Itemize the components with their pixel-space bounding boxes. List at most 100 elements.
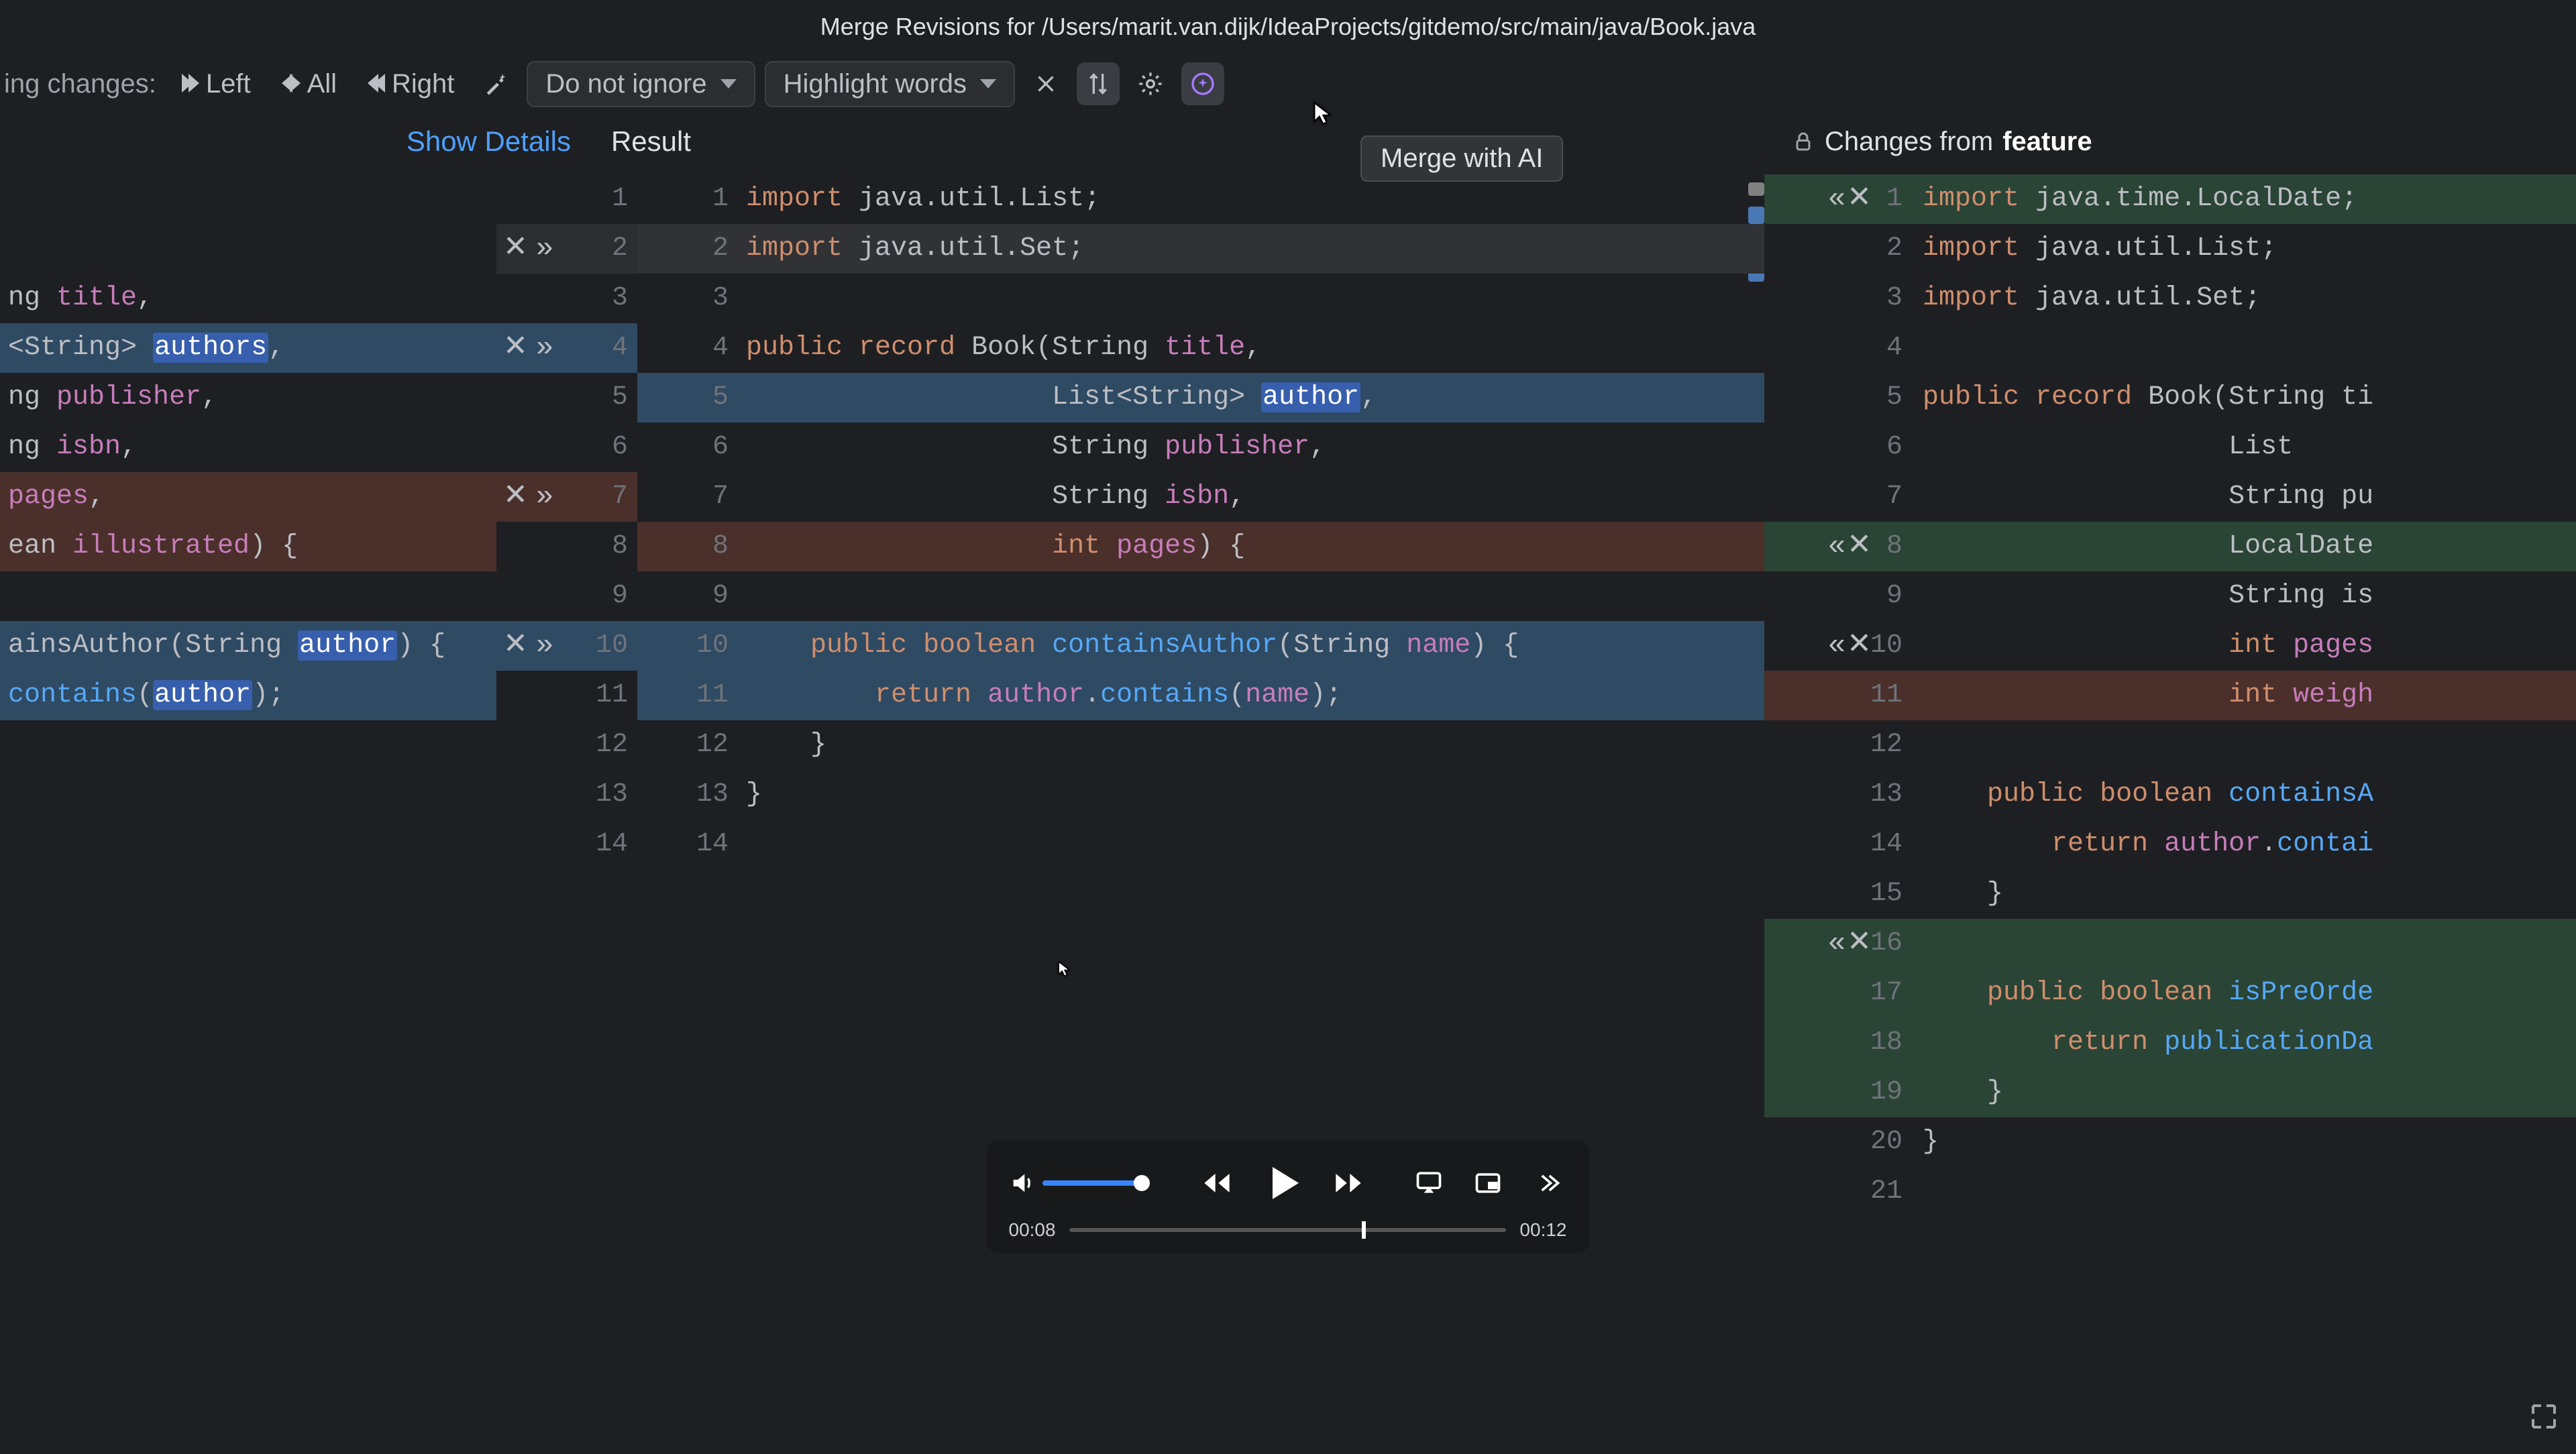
volume-control[interactable] <box>1009 1170 1143 1196</box>
right-code-line: public boolean isPreOrde <box>1912 968 2576 1018</box>
gutter-row: 2 <box>1764 224 1912 274</box>
result-code-line: return author.contains(name); <box>738 671 1764 720</box>
apply-change-icon[interactable]: « <box>1828 919 1839 968</box>
gutter-row: 4 <box>1764 323 1912 373</box>
gutter-row: 4 <box>637 323 738 373</box>
gutter-row: 16«✕ <box>1764 919 1912 968</box>
left-code-line: <String> authors, <box>0 323 496 373</box>
gutter-row: 2 <box>637 224 738 274</box>
pip-button[interactable] <box>1468 1163 1508 1203</box>
reject-change-icon[interactable]: ✕ <box>1847 919 1872 968</box>
left-code-line <box>0 820 496 869</box>
gutter-row: 8 <box>496 522 637 571</box>
gutter-row: 11 <box>1764 671 1912 720</box>
apply-change-icon[interactable]: » <box>536 224 547 274</box>
speaker-icon <box>1009 1170 1036 1196</box>
apply-all-button[interactable]: All <box>271 64 347 105</box>
magic-resolve-button[interactable] <box>474 62 517 105</box>
apply-all-label: All <box>307 69 337 99</box>
chevron-down-icon <box>980 79 996 89</box>
gutter-row: 10✕» <box>496 621 637 671</box>
gutter-row: 11 <box>637 671 738 720</box>
left-pane[interactable]: ng title,<String> authors,ng publisher,n… <box>0 174 496 1449</box>
apply-change-icon[interactable]: « <box>1828 621 1839 671</box>
highlight-dropdown[interactable]: Highlight words <box>765 61 1015 107</box>
highlight-label: Highlight words <box>784 69 967 99</box>
result-code-line: int pages) { <box>738 522 1764 571</box>
apply-change-icon[interactable]: » <box>536 323 547 373</box>
reject-change-icon[interactable]: ✕ <box>503 472 528 522</box>
right-gutter: 1«✕2345678«✕910«✕111213141516«✕171819202… <box>1764 174 1912 1449</box>
time-duration: 00:12 <box>1520 1219 1567 1241</box>
right-code-line: return author.contai <box>1912 820 2576 869</box>
result-code-line: String isbn, <box>738 472 1764 522</box>
mouse-cursor-icon <box>1312 101 1336 125</box>
diff-settings-button[interactable] <box>1129 62 1172 105</box>
apply-change-icon[interactable]: « <box>1828 174 1839 224</box>
apply-change-icon[interactable]: » <box>536 621 547 671</box>
chevron-down-icon <box>720 79 737 89</box>
mid-line-gutter: 1234567891011121314 <box>637 174 738 1449</box>
result-pane[interactable]: import java.util.List;import java.util.S… <box>738 174 1764 1449</box>
reject-change-icon[interactable]: ✕ <box>1847 522 1872 571</box>
airplay-button[interactable] <box>1409 1163 1449 1203</box>
gutter-row: 18 <box>1764 1018 1912 1068</box>
double-chevron-right-icon <box>182 69 199 99</box>
reject-change-icon[interactable]: ✕ <box>1847 621 1872 671</box>
more-button[interactable] <box>1527 1163 1567 1203</box>
gutter-row: 7✕» <box>496 472 637 522</box>
gutter-row: 8«✕ <box>1764 522 1912 571</box>
apply-right-label: Right <box>392 69 454 99</box>
right-code-line: return publicationDa <box>1912 1018 2576 1068</box>
volume-slider[interactable] <box>1042 1180 1143 1186</box>
left-code-line: pages, <box>0 472 496 522</box>
left-code-line: ng publisher, <box>0 373 496 423</box>
wand-icon <box>482 70 509 97</box>
sync-scroll-button[interactable] <box>1077 62 1120 105</box>
apply-change-icon[interactable]: » <box>536 472 547 522</box>
left-code-line <box>0 224 496 274</box>
reject-change-icon[interactable]: ✕ <box>503 621 528 671</box>
apply-left-button[interactable]: Left <box>171 64 262 105</box>
fullscreen-icon[interactable] <box>2528 1400 2560 1433</box>
gutter-row: 14 <box>496 820 637 869</box>
gutter-row: 12 <box>1764 720 1912 770</box>
collapse-unchanged-button[interactable] <box>1024 62 1067 105</box>
gutter-row: 17 <box>1764 968 1912 1018</box>
reject-change-icon[interactable]: ✕ <box>503 224 528 274</box>
gutter-row: 5 <box>637 373 738 423</box>
reject-change-icon[interactable]: ✕ <box>503 323 528 373</box>
right-code-line: import java.time.LocalDate; <box>1912 174 2576 224</box>
result-tab[interactable]: Result <box>611 125 691 158</box>
left-code-line <box>0 174 496 224</box>
ignore-whitespace-dropdown[interactable]: Do not ignore <box>527 61 755 107</box>
gutter-row: 21 <box>1764 1167 1912 1217</box>
right-code-line: LocalDate <box>1912 522 2576 571</box>
merge-with-ai-button[interactable] <box>1181 62 1224 105</box>
right-pane[interactable]: import java.time.LocalDate; import java.u… <box>1912 174 2576 1449</box>
reject-change-icon[interactable]: ✕ <box>1847 174 1872 224</box>
gutter-row: 14 <box>637 820 738 869</box>
forward-button[interactable] <box>1328 1163 1368 1203</box>
collapse-icon <box>1034 72 1058 96</box>
apply-right-button[interactable]: Right <box>357 64 465 105</box>
gutter-row: 9 <box>637 571 738 621</box>
mouse-cursor-icon <box>1057 960 1073 976</box>
show-details-link[interactable]: Show Details <box>407 125 571 158</box>
changes-from-label: Changes from <box>1825 127 1993 157</box>
double-chevron-both-icon <box>282 69 301 99</box>
gutter-row: 15 <box>1764 869 1912 919</box>
seek-bar[interactable] <box>1069 1228 1507 1232</box>
gutter-row: 20 <box>1764 1117 1912 1167</box>
rewind-button[interactable] <box>1197 1163 1237 1203</box>
right-code-line: List <box>1912 423 2576 472</box>
apply-change-icon[interactable]: « <box>1828 522 1839 571</box>
tooltip-merge-ai: Merge with AI <box>1360 135 1563 182</box>
result-code-line <box>738 820 1764 869</box>
time-current: 00:08 <box>1009 1219 1056 1241</box>
play-button[interactable] <box>1256 1156 1309 1210</box>
right-code-line: public boolean containsA <box>1912 770 2576 820</box>
right-code-line: int weigh <box>1912 671 2576 720</box>
left-code-line <box>0 720 496 770</box>
right-code-line: import java.util.Set; <box>1912 274 2576 323</box>
